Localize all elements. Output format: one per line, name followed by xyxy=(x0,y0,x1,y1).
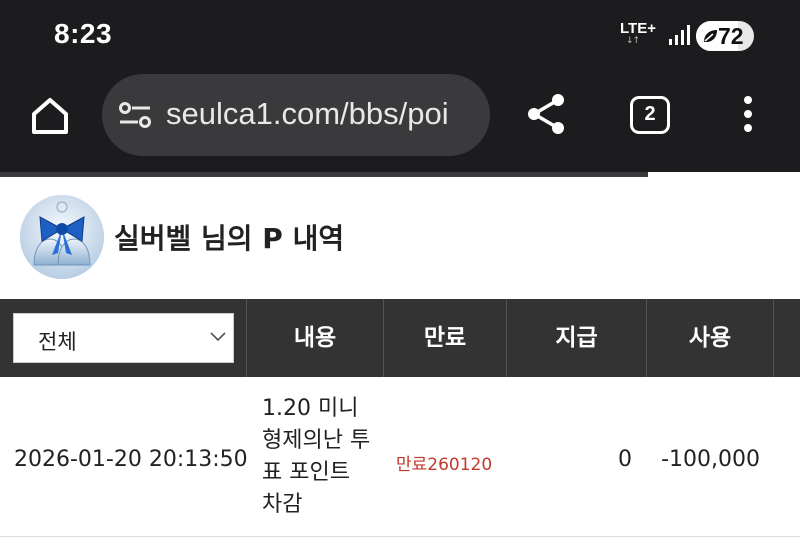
tab-switcher-button[interactable]: 2 xyxy=(630,96,670,134)
row-expire: 만료260120 xyxy=(396,455,493,475)
share-icon[interactable] xyxy=(522,90,570,138)
network-activity-icon: ↓↑ xyxy=(626,36,640,46)
page-load-progress xyxy=(0,172,800,179)
profile-header: 실버벨 님의 P 내역 xyxy=(0,179,800,299)
row-content: 1.20 미니 형제의난 투표 포인트 차감 xyxy=(262,396,371,517)
row-used: -100,000 xyxy=(661,447,760,472)
browser-toolbar: seulca1.com/bbs/poi 2 xyxy=(0,68,800,172)
column-header-used: 사용 xyxy=(646,299,773,377)
site-settings-icon[interactable] xyxy=(118,102,152,128)
avatar-bell-bow-image xyxy=(20,195,104,279)
table-row: 2026-01-20 20:13:50 1.20 미니 형제의난 투표 포인트 … xyxy=(0,377,800,537)
network-type-label: LTE+ xyxy=(620,20,656,37)
column-header-overflow xyxy=(773,299,800,377)
row-datetime: 2026-01-20 20:13:50 xyxy=(14,447,248,472)
column-header-content: 내용 xyxy=(246,299,383,377)
signal-icon xyxy=(669,25,690,45)
battery-percent: 72 xyxy=(718,23,744,49)
url-bar[interactable]: seulca1.com/bbs/poi xyxy=(102,74,490,156)
row-paid: 0 xyxy=(618,447,632,472)
more-options-icon[interactable] xyxy=(738,94,758,134)
url-text[interactable]: seulca1.com/bbs/poi xyxy=(166,96,449,132)
page-load-progress-fill xyxy=(0,172,648,177)
filter-selected-value: 전체 xyxy=(38,330,77,354)
filter-select[interactable]: 전체 xyxy=(13,313,234,363)
table-header: 전체 내용 만료 지급 사용 xyxy=(0,299,800,377)
avatar[interactable] xyxy=(20,195,104,279)
status-bar: 8:23 LTE+ ↓↑ 72 xyxy=(0,0,800,68)
column-header-expire: 만료 xyxy=(383,299,506,377)
home-icon[interactable] xyxy=(24,90,76,142)
status-time: 8:23 xyxy=(54,18,113,49)
column-header-paid: 지급 xyxy=(506,299,646,377)
chevron-down-icon xyxy=(210,332,226,342)
page-title: 실버벨 님의 P 내역 xyxy=(114,222,345,255)
battery-saver-icon xyxy=(704,30,717,42)
battery-indicator: 72 xyxy=(696,21,754,51)
